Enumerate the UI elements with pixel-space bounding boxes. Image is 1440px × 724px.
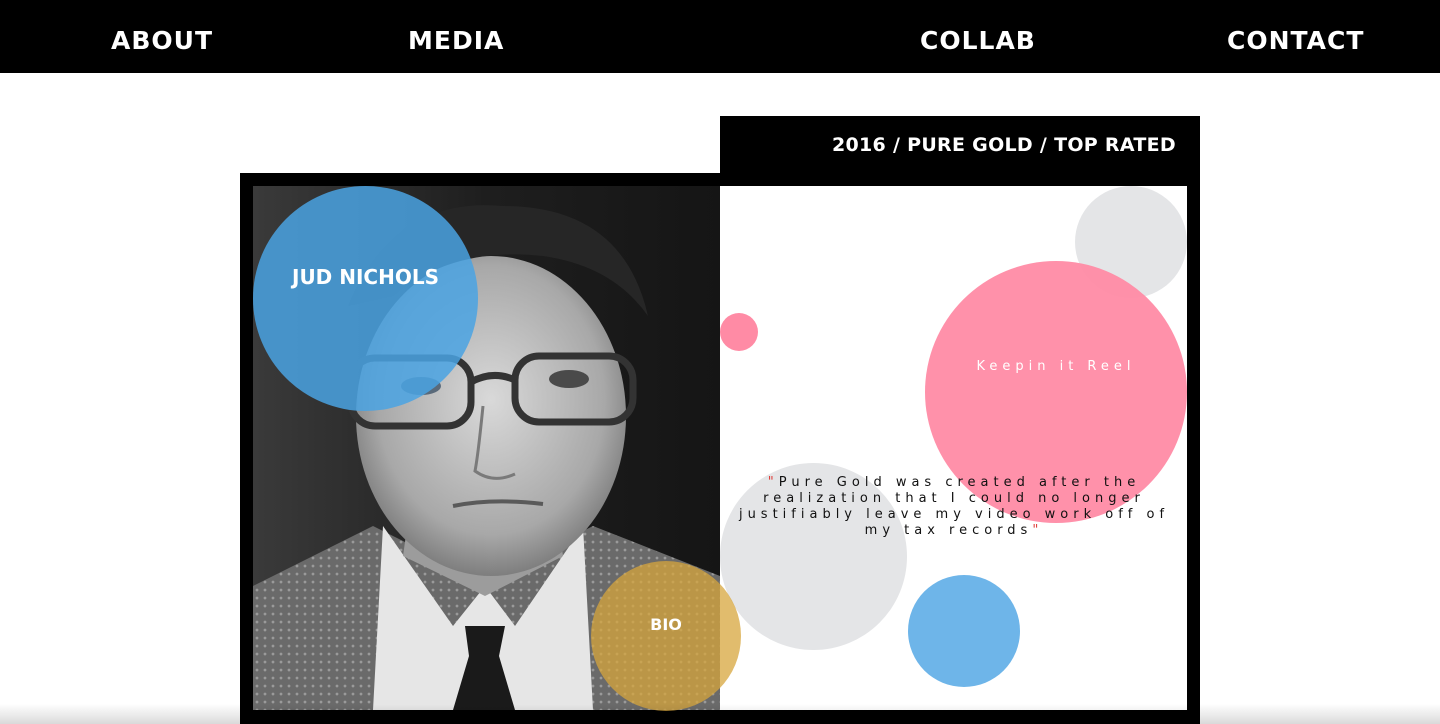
nav-media-link[interactable]: MEDIA (408, 24, 504, 58)
artist-name[interactable]: JUD NICHOLS (253, 264, 478, 290)
reel-label[interactable]: Keepin it Reel (925, 358, 1187, 376)
nav-about-link[interactable]: ABOUT (111, 24, 213, 58)
quote-text: "Pure Gold was created after the realiza… (723, 475, 1185, 539)
top-navigation-bar: ABOUT MEDIA COLLAB CONTACT (0, 0, 1440, 73)
content-panel: Keepin it Reel (720, 186, 1187, 710)
name-circle[interactable] (253, 186, 478, 411)
nav-contact-link[interactable]: CONTACT (1227, 24, 1364, 58)
header-tab: 2016 / PURE GOLD / TOP RATED (720, 116, 1200, 186)
quote-open-mark: " (767, 475, 779, 490)
nav-collab-link[interactable]: COLLAB (920, 24, 1036, 58)
bio-label[interactable]: BIO (591, 614, 741, 636)
bio-circle[interactable] (591, 561, 741, 711)
quote-body: Pure Gold was created after the realizat… (738, 475, 1170, 538)
project-subtitle: 2016 / PURE GOLD / TOP RATED (831, 134, 1176, 156)
decorative-circle-blue (908, 575, 1020, 687)
quote-close-mark: " (1032, 523, 1044, 538)
decorative-circle-pink-small (720, 313, 758, 351)
